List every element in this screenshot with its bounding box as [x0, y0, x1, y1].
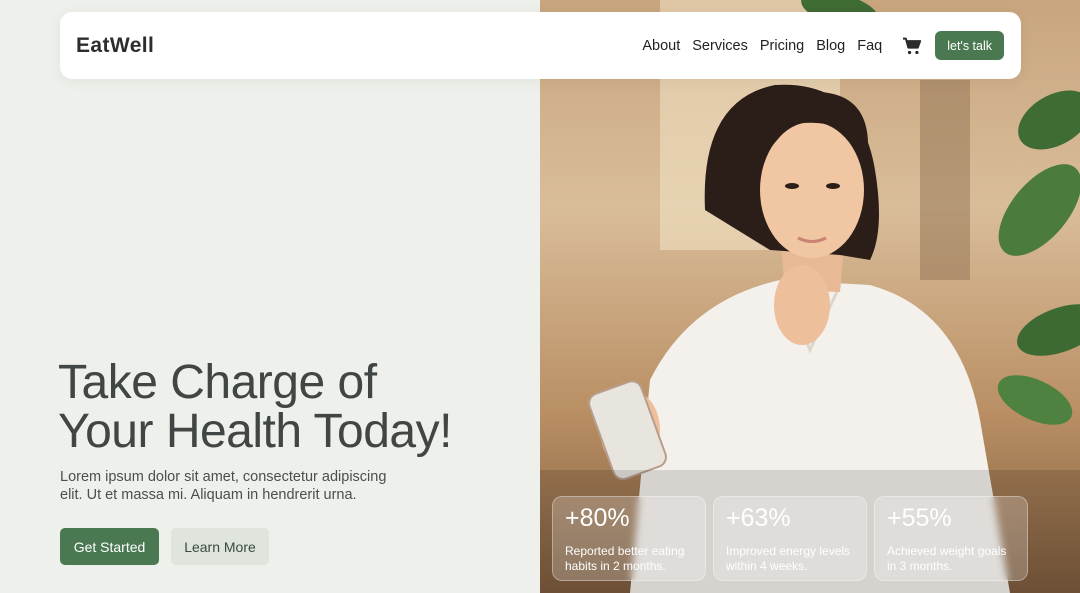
- stat-card-energy: +63% Improved energy levels within 4 wee…: [713, 496, 867, 581]
- get-started-button[interactable]: Get Started: [60, 528, 159, 565]
- stat-card-weight: +55% Achieved weight goals in 3 months.: [874, 496, 1028, 581]
- hero-title-line1: Take Charge of: [58, 356, 377, 409]
- nav-link-about[interactable]: About: [642, 38, 680, 54]
- nav-link-services[interactable]: Services: [692, 38, 748, 54]
- nav-link-pricing[interactable]: Pricing: [760, 38, 804, 54]
- hero-title: Take Charge of Your Health Today!: [58, 358, 498, 456]
- lets-talk-button[interactable]: let's talk: [935, 31, 1004, 60]
- hero-description: Lorem ipsum dolor sit amet, consectetur …: [60, 469, 387, 503]
- shopping-cart-icon[interactable]: [902, 36, 922, 56]
- stat-description: Reported better eating habits in 2 month…: [565, 544, 685, 573]
- stat-value: +80%: [565, 504, 630, 532]
- brand-logo[interactable]: EatWell: [76, 34, 154, 58]
- stat-value: +55%: [887, 504, 952, 532]
- nav-link-faq[interactable]: Faq: [857, 38, 882, 54]
- stat-card-eating: +80% Reported better eating habits in 2 …: [552, 496, 706, 581]
- main-nav: About Services Pricing Blog Faq: [642, 38, 882, 54]
- hero-title-line2: Your Health Today!: [58, 405, 452, 458]
- nav-link-blog[interactable]: Blog: [816, 38, 845, 54]
- stat-value: +63%: [726, 504, 791, 532]
- stat-description: Achieved weight goals in 3 months.: [887, 544, 1007, 573]
- learn-more-button[interactable]: Learn More: [171, 528, 269, 565]
- landing-page: EatWell About Services Pricing Blog Faq …: [0, 0, 1080, 593]
- top-navbar: EatWell About Services Pricing Blog Faq …: [60, 12, 1021, 79]
- stat-description: Improved energy levels within 4 weeks.: [726, 544, 851, 573]
